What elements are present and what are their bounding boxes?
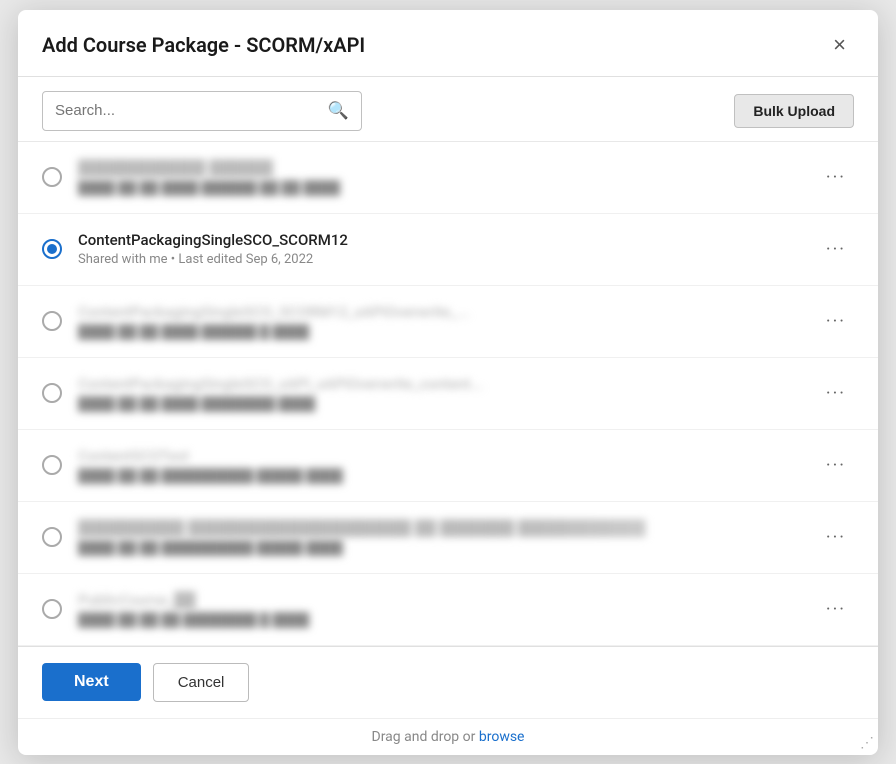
- radio-button[interactable]: [42, 383, 62, 403]
- browse-link[interactable]: browse: [479, 729, 525, 745]
- search-icon: 🔍: [328, 101, 349, 121]
- item-subtitle: ████ ██ ██ ████ ████████ ████: [78, 396, 806, 412]
- item-title: ████████████ ██████: [78, 159, 806, 177]
- item-subtitle: ████ ██ ██ ██████████ █████ ████: [78, 468, 806, 484]
- list-item[interactable]: ContentPackagingSingleSCO_xAPI_xAPIOverw…: [18, 358, 878, 430]
- modal: Add Course Package - SCORM/xAPI × 🔍 Bulk…: [18, 10, 878, 755]
- next-button[interactable]: Next: [42, 663, 141, 701]
- radio-button[interactable]: [42, 455, 62, 475]
- resize-handle: ⋰: [860, 735, 874, 751]
- radio-button[interactable]: [42, 239, 62, 259]
- item-menu-button[interactable]: ···: [818, 379, 854, 408]
- item-menu-button[interactable]: ···: [818, 451, 854, 480]
- radio-button[interactable]: [42, 167, 62, 187]
- radio-button[interactable]: [42, 599, 62, 619]
- item-subtitle: ████ ██ ██ ████ ██████ █ ████: [78, 324, 806, 340]
- item-title: ContentPackagingSingleSCO_SCORM12_xAPIOv…: [78, 303, 806, 321]
- bulk-upload-button[interactable]: Bulk Upload: [734, 94, 854, 128]
- item-title: ContentPackagingSingleSCO_SCORM12: [78, 231, 806, 249]
- item-title: ContentSCOTest: [78, 447, 806, 465]
- search-input[interactable]: [55, 102, 322, 119]
- item-content: ContentPackagingSingleSCO_SCORM12_xAPIOv…: [78, 303, 806, 340]
- item-menu-button[interactable]: ···: [818, 595, 854, 624]
- list-item[interactable]: ContentPackagingSingleSCO_SCORM12 Shared …: [18, 214, 878, 286]
- item-content: ██████████ █████████████████████ ██ ████…: [78, 519, 806, 556]
- item-subtitle: ████ ██ ██ ██████████ █████ ████: [78, 540, 806, 556]
- item-content: PublicCourse_██ ████ ██ ██ ██ ████████ █ …: [78, 591, 806, 628]
- modal-overlay: Add Course Package - SCORM/xAPI × 🔍 Bulk…: [0, 0, 896, 764]
- course-list: ████████████ ██████ ████ ██ ██ ████ █████…: [18, 141, 878, 646]
- item-menu-button[interactable]: ···: [818, 523, 854, 552]
- list-item[interactable]: ████████████ ██████ ████ ██ ██ ████ █████…: [18, 142, 878, 214]
- item-content: ContentPackagingSingleSCO_xAPI_xAPIOverw…: [78, 375, 806, 412]
- item-content: ████████████ ██████ ████ ██ ██ ████ █████…: [78, 159, 806, 196]
- item-title: ██████████ █████████████████████ ██ ████…: [78, 519, 806, 537]
- modal-close-button[interactable]: ×: [825, 30, 854, 60]
- modal-footer: Next Cancel: [18, 646, 878, 718]
- item-subtitle: Shared with me • Last edited Sep 6, 2022: [78, 252, 806, 267]
- item-menu-button[interactable]: ···: [818, 163, 854, 192]
- item-content: ContentPackagingSingleSCO_SCORM12 Shared …: [78, 231, 806, 267]
- list-item[interactable]: PublicCourse_██ ████ ██ ██ ██ ████████ █ …: [18, 574, 878, 646]
- item-subtitle: ████ ██ ██ ██ ████████ █ ████: [78, 612, 806, 628]
- item-menu-button[interactable]: ···: [818, 307, 854, 336]
- list-item[interactable]: ContentPackagingSingleSCO_SCORM12_xAPIOv…: [18, 286, 878, 358]
- item-subtitle: ████ ██ ██ ████ ██████ ██ ██ ████: [78, 180, 806, 196]
- item-title: PublicCourse_██: [78, 591, 806, 609]
- list-item[interactable]: ██████████ █████████████████████ ██ ████…: [18, 502, 878, 574]
- search-box: 🔍: [42, 91, 362, 131]
- modal-title: Add Course Package - SCORM/xAPI: [42, 33, 365, 57]
- list-item[interactable]: ContentSCOTest ████ ██ ██ ██████████ ████…: [18, 430, 878, 502]
- radio-button[interactable]: [42, 311, 62, 331]
- item-title: ContentPackagingSingleSCO_xAPI_xAPIOverw…: [78, 375, 806, 393]
- modal-toolbar: 🔍 Bulk Upload: [18, 77, 878, 141]
- drag-drop-bar: Drag and drop or browse: [18, 718, 878, 755]
- cancel-button[interactable]: Cancel: [153, 663, 250, 702]
- radio-button[interactable]: [42, 527, 62, 547]
- item-content: ContentSCOTest ████ ██ ██ ██████████ ████…: [78, 447, 806, 484]
- drag-drop-text: Drag and drop or: [372, 729, 479, 745]
- item-menu-button[interactable]: ···: [818, 235, 854, 264]
- modal-header: Add Course Package - SCORM/xAPI ×: [18, 10, 878, 77]
